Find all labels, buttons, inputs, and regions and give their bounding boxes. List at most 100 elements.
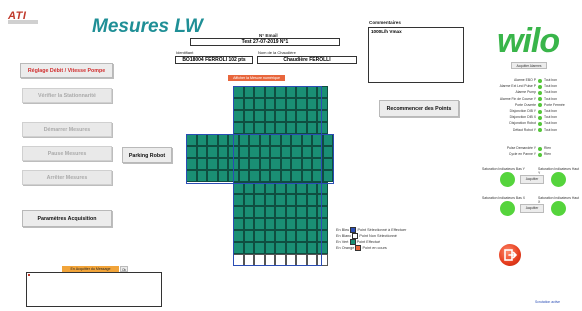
grid-cell[interactable] xyxy=(233,98,244,110)
grid-cell[interactable] xyxy=(285,218,297,230)
grid-cell[interactable] xyxy=(317,206,328,218)
grid-cell[interactable] xyxy=(254,110,265,122)
grid-cell[interactable] xyxy=(275,122,286,134)
grid-cell[interactable] xyxy=(259,170,270,182)
grid-cell[interactable] xyxy=(264,206,276,218)
grid-cell[interactable] xyxy=(254,86,265,98)
grid-cell[interactable] xyxy=(264,110,276,122)
grid-cell[interactable] xyxy=(254,254,265,266)
demarrer-mesures-button[interactable]: Démarrer Mesures xyxy=(22,122,112,137)
grid-cell[interactable] xyxy=(196,158,207,170)
grid-cell[interactable] xyxy=(301,134,312,146)
grid-cell[interactable] xyxy=(296,218,307,230)
grid-cell[interactable] xyxy=(285,110,297,122)
grid-cell[interactable] xyxy=(233,206,244,218)
grid-cell[interactable] xyxy=(254,182,265,194)
afficher-mesure-button[interactable]: Afficher la Mesure numérique Courante xyxy=(228,75,285,86)
grid-cell[interactable] xyxy=(243,218,255,230)
grid-cell[interactable] xyxy=(270,158,281,170)
grid-cell[interactable] xyxy=(280,134,291,146)
grid-cell[interactable] xyxy=(317,182,328,194)
grid-cell[interactable] xyxy=(259,134,270,146)
grid-cell[interactable] xyxy=(217,134,228,146)
grid-cell[interactable] xyxy=(285,182,297,194)
grid-cell[interactable] xyxy=(291,134,302,146)
grid-cell[interactable] xyxy=(285,230,297,242)
chaudiere-field[interactable]: Chaudière FEROLLI xyxy=(257,56,357,64)
grid-cell[interactable] xyxy=(228,146,239,158)
verifier-stationnarite-button[interactable]: Vérifier la Stationnarité xyxy=(22,88,112,103)
grid-cell[interactable] xyxy=(264,86,276,98)
grid-cell[interactable] xyxy=(243,254,255,266)
grid-cell[interactable] xyxy=(243,122,255,134)
grid-cell[interactable] xyxy=(254,206,265,218)
grid-cell[interactable] xyxy=(233,110,244,122)
grid-cell[interactable] xyxy=(186,170,197,182)
grid-cell[interactable] xyxy=(317,98,328,110)
grid-cell[interactable] xyxy=(254,122,265,134)
grid-cell[interactable] xyxy=(296,86,307,98)
acquitter-bottom-button[interactable]: Acquitter xyxy=(520,204,544,213)
grid-cell[interactable] xyxy=(291,158,302,170)
grid-cell[interactable] xyxy=(296,242,307,254)
grid-cell[interactable] xyxy=(275,218,286,230)
grid-cell[interactable] xyxy=(296,206,307,218)
grid-cell[interactable] xyxy=(285,122,297,134)
grid-cell[interactable] xyxy=(233,218,244,230)
grid-cell[interactable] xyxy=(243,206,255,218)
grid-cell[interactable] xyxy=(301,170,312,182)
grid-cell[interactable] xyxy=(264,242,276,254)
grid-cell[interactable] xyxy=(280,158,291,170)
grid-cell[interactable] xyxy=(285,254,297,266)
grid-cell[interactable] xyxy=(217,170,228,182)
grid-cell[interactable] xyxy=(317,122,328,134)
parametres-acquisition-button[interactable]: Paramètres Acquisition xyxy=(22,210,112,227)
grid-cell[interactable] xyxy=(322,158,333,170)
grid-cell[interactable] xyxy=(285,206,297,218)
grid-cell[interactable] xyxy=(217,146,228,158)
grid-cell[interactable] xyxy=(207,146,218,158)
commentaires-textarea[interactable]: 1000L/h Vmax xyxy=(368,27,464,83)
grid-cell[interactable] xyxy=(275,230,286,242)
grid-cell[interactable] xyxy=(275,182,286,194)
grid-cell[interactable] xyxy=(306,194,318,206)
recommencer-points-button[interactable]: Recommencer des Points xyxy=(379,100,459,117)
grid-cell[interactable] xyxy=(243,230,255,242)
grid-cell[interactable] xyxy=(275,98,286,110)
arreter-mesures-button[interactable]: Arrêter Mesures xyxy=(22,170,112,185)
grid-cell[interactable] xyxy=(264,218,276,230)
grid-cell[interactable] xyxy=(233,230,244,242)
parking-robot-button[interactable]: Parking Robot xyxy=(122,147,172,163)
grid-cell[interactable] xyxy=(306,110,318,122)
grid-cell[interactable] xyxy=(317,254,328,266)
grid-cell[interactable] xyxy=(228,134,239,146)
grid-cell[interactable] xyxy=(296,182,307,194)
grid-cell[interactable] xyxy=(317,194,328,206)
grid-cell[interactable] xyxy=(296,254,307,266)
grid-cell[interactable] xyxy=(285,242,297,254)
grid-cell[interactable] xyxy=(249,134,260,146)
grid-cell[interactable] xyxy=(228,158,239,170)
grid-cell[interactable] xyxy=(259,158,270,170)
grid-cell[interactable] xyxy=(291,146,302,158)
exit-button[interactable] xyxy=(499,244,521,266)
grid-cell[interactable] xyxy=(306,98,318,110)
grid-cell[interactable] xyxy=(312,158,323,170)
grid-cell[interactable] xyxy=(238,170,249,182)
grid-cell[interactable] xyxy=(196,146,207,158)
grid-cell[interactable] xyxy=(306,242,318,254)
grid-cell[interactable] xyxy=(243,182,255,194)
grid-cell[interactable] xyxy=(312,170,323,182)
grid-cell[interactable] xyxy=(317,110,328,122)
grid-cell[interactable] xyxy=(243,242,255,254)
grid-cell[interactable] xyxy=(238,134,249,146)
grid-cell[interactable] xyxy=(306,86,318,98)
grid-cell[interactable] xyxy=(296,122,307,134)
grid-cell[interactable] xyxy=(280,146,291,158)
grid-cell[interactable] xyxy=(296,110,307,122)
grid-cell[interactable] xyxy=(243,110,255,122)
grid-cell[interactable] xyxy=(264,230,276,242)
grid-cell[interactable] xyxy=(233,122,244,134)
grid-cell[interactable] xyxy=(317,218,328,230)
grid-cell[interactable] xyxy=(301,158,312,170)
